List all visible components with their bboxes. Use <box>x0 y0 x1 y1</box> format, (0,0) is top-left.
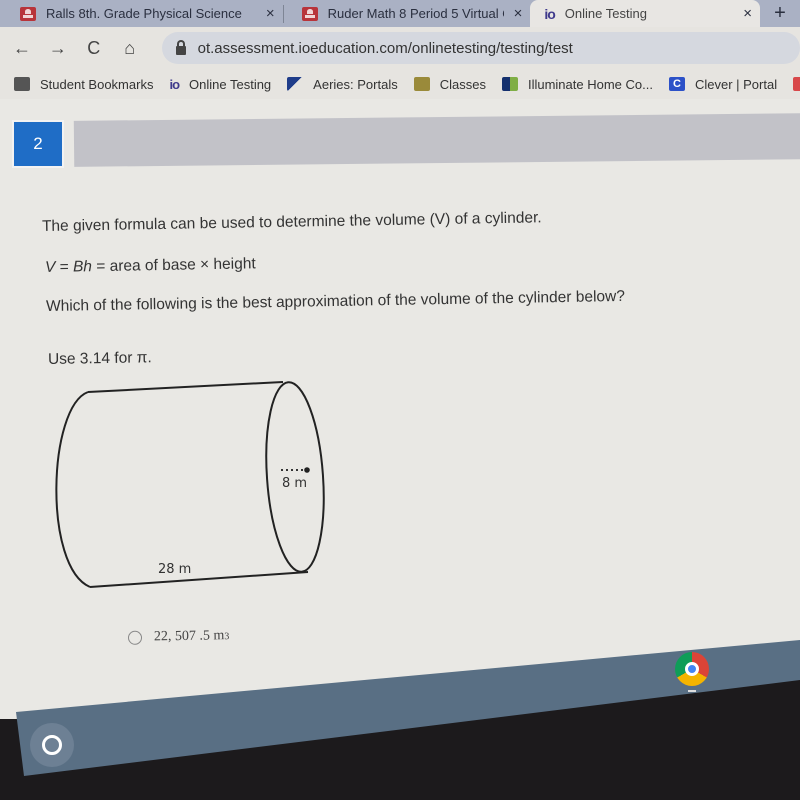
address-bar[interactable]: ot.assessment.ioeducation.com/onlinetest… <box>161 32 800 64</box>
formula-bh: Bh <box>72 258 93 276</box>
chrome-center-icon <box>685 662 699 676</box>
home-button[interactable]: ⌂ <box>112 38 148 59</box>
question-hint: Use 3.14 for π. <box>47 349 152 368</box>
length-label: 28 m <box>158 562 191 577</box>
bookmark-label: Online Testing <box>189 76 272 92</box>
browser-toolbar: ← → C ⌂ ot.assessment.ioeducation.com/on… <box>0 27 800 69</box>
bookmark-label: Clever | Portal <box>694 76 778 92</box>
tab-title: Online Testing <box>564 6 647 21</box>
tab-math-8[interactable]: Ruder Math 8 Period 5 Virtual Off × <box>284 0 531 27</box>
cylinder-bottom-edge <box>89 571 309 588</box>
center-point <box>304 467 310 473</box>
question-formula: V = Bh = area of base × height <box>45 255 256 277</box>
option-exponent: 3 <box>224 630 230 642</box>
url-text: ot.assessment.ioeducation.com/onlinetest… <box>197 39 573 57</box>
chrome-app-icon[interactable] <box>675 652 709 686</box>
forward-button[interactable]: → <box>40 38 76 59</box>
clever-icon: C <box>668 77 685 91</box>
radio-button[interactable] <box>127 630 143 645</box>
formula-eq: = <box>55 258 74 276</box>
io-education-icon: io <box>169 76 180 92</box>
close-tab-icon[interactable]: × <box>266 5 275 22</box>
bookmark-clever[interactable]: C Clever | Portal <box>668 76 778 92</box>
bookmark-label: Student Bookmarks <box>40 76 154 92</box>
launcher-icon <box>42 735 62 755</box>
close-tab-icon[interactable]: × <box>743 5 752 22</box>
running-indicator <box>688 690 696 692</box>
bookmark-classes[interactable]: Classes <box>413 76 486 92</box>
new-tab-button[interactable]: + <box>760 2 800 25</box>
launcher-button[interactable] <box>30 723 74 767</box>
bookmarks-bar: Student Bookmarks io Online Testing Aeri… <box>0 69 800 99</box>
question-number: 2 <box>12 120 64 168</box>
bookmark-extra[interactable] <box>793 77 800 91</box>
close-tab-icon[interactable]: × <box>514 5 523 22</box>
formula-rest: = area of base × height <box>91 255 256 276</box>
bookmark-illuminate[interactable]: Illuminate Home Co... <box>501 76 653 92</box>
question-prompt: Which of the following is the best appro… <box>45 287 626 315</box>
tab-title: Ralls 8th. Grade Physical Science <box>46 6 242 21</box>
reload-button[interactable]: C <box>76 38 112 59</box>
bookmark-online-testing[interactable]: io Online Testing <box>169 77 271 92</box>
bookmark-favicon <box>793 77 800 91</box>
folder-icon <box>14 77 30 91</box>
tab-physical-science[interactable]: Ralls 8th. Grade Physical Science × <box>0 0 283 27</box>
bookmark-student-bookmarks[interactable]: Student Bookmarks <box>14 77 153 92</box>
tab-title: Ruder Math 8 Period 5 Virtual Off <box>327 6 504 21</box>
illuminate-icon <box>501 77 518 91</box>
io-education-icon: io <box>544 5 555 22</box>
lock-icon <box>175 39 186 55</box>
cylinder-top-edge <box>87 381 284 393</box>
option-value: 22, 507 .5 m <box>153 628 225 645</box>
test-page: 2 The given formula can be used to deter… <box>0 99 800 719</box>
bookmark-label: Illuminate Home Co... <box>527 76 653 92</box>
google-classroom-icon <box>20 6 36 21</box>
answer-option[interactable]: 22, 507 .5 m3 <box>127 628 230 646</box>
question-header-bar <box>73 113 800 167</box>
google-classroom-icon <box>413 77 430 91</box>
formula-v: V <box>44 258 56 276</box>
tab-strip: Ralls 8th. Grade Physical Science × Rude… <box>0 0 800 27</box>
bookmark-label: Aeries: Portals <box>313 76 398 92</box>
bookmark-aeries[interactable]: Aeries: Portals <box>287 77 398 92</box>
bookmark-label: Classes <box>439 76 486 92</box>
cylinder-figure: 8 m 28 m <box>55 381 325 588</box>
tab-online-testing[interactable]: io Online Testing × <box>530 0 761 27</box>
radius-label: 8 m <box>282 476 307 491</box>
question-intro: The given formula can be used to determi… <box>41 209 542 235</box>
google-classroom-icon <box>301 6 318 21</box>
aeries-icon <box>287 77 304 91</box>
cylinder-left-curve <box>55 391 91 588</box>
back-button[interactable]: ← <box>4 38 40 59</box>
